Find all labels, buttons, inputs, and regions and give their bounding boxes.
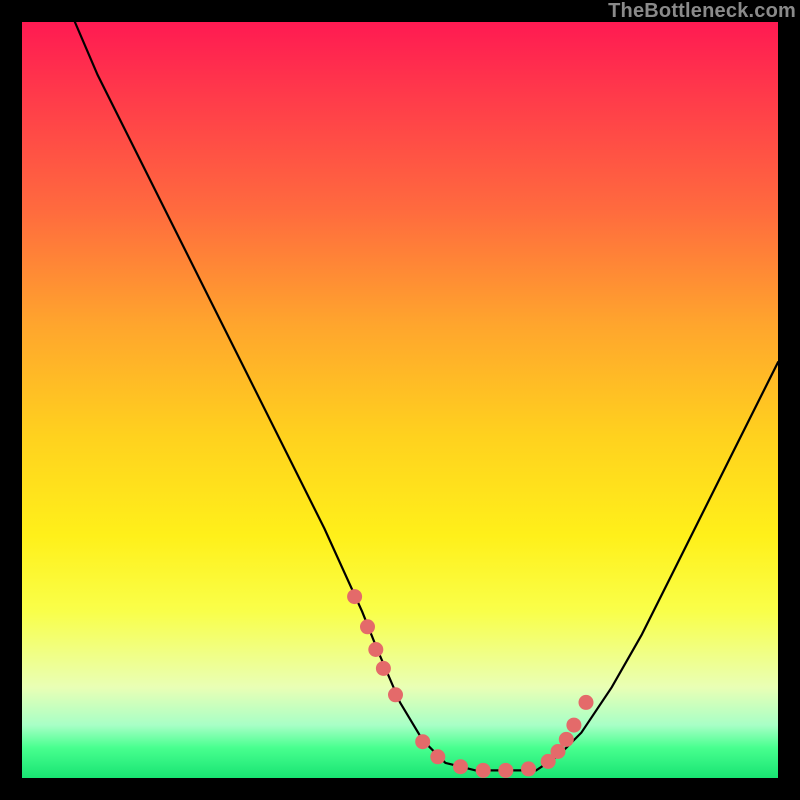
curve-marker: [430, 749, 445, 764]
curve-marker: [566, 718, 581, 733]
curve-marker: [388, 687, 403, 702]
curve-marker: [579, 695, 594, 710]
curve-marker: [498, 763, 513, 778]
curve-marker: [360, 619, 375, 634]
curve-marker: [415, 734, 430, 749]
chart-container: TheBottleneck.com: [0, 0, 800, 800]
watermark-text: TheBottleneck.com: [608, 0, 796, 23]
curve-marker: [376, 661, 391, 676]
curve-markers-group: [347, 589, 593, 778]
curve-marker: [559, 732, 574, 747]
curve-marker: [476, 763, 491, 778]
curve-marker: [521, 761, 536, 776]
curve-marker: [368, 642, 383, 657]
chart-svg: [22, 22, 778, 778]
bottleneck-curve: [75, 22, 778, 770]
curve-marker: [347, 589, 362, 604]
curve-marker: [453, 759, 468, 774]
